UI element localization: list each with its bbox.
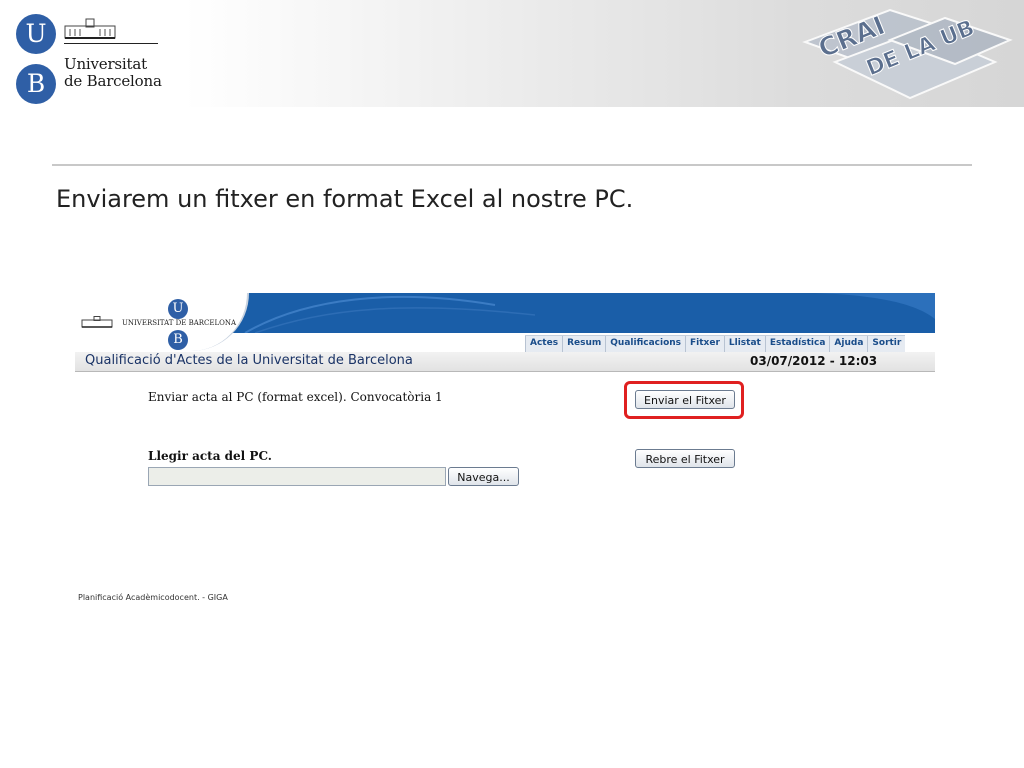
university-logo: U B Universitat de Barcelona (14, 12, 164, 104)
nav-sortir[interactable]: Sortir (867, 336, 905, 352)
building-icon (81, 316, 113, 328)
app-logo-text: UNIVERSITAT DE BARCELONA (122, 319, 237, 327)
browse-button[interactable]: Navega... (448, 467, 519, 486)
file-path-input[interactable] (148, 467, 446, 486)
university-name-line1: Universitat (64, 55, 147, 73)
nav-actes[interactable]: Actes (525, 336, 562, 352)
nav-qualificacions[interactable]: Qualificacions (605, 336, 685, 352)
send-label: Enviar acta al PC (format excel). Convoc… (148, 390, 443, 404)
slide-title: Enviarem un fitxer en format Excel al no… (56, 185, 634, 213)
ub-logo-b: B (16, 64, 56, 104)
read-label: Llegir acta del PC. (148, 449, 272, 463)
logo-divider (64, 43, 158, 44)
nav-llistat[interactable]: Llistat (723, 336, 765, 352)
slide-header: U B Universitat de Barcelona CRAI DE LA … (0, 0, 1024, 107)
receive-file-button[interactable]: Rebre el Fitxer (635, 449, 735, 468)
app-title-bar: Qualificació d'Actes de la Universitat d… (75, 352, 935, 372)
app-footer: Planificació Acadèmicodocent. - GIGA (78, 593, 228, 602)
app-logo-b: B (168, 330, 188, 350)
building-icon (64, 18, 116, 39)
app-logo-u: U (168, 299, 188, 319)
app-logo-panel: UNIVERSITAT DE BARCELONA U B (75, 293, 249, 351)
nav-estadistica[interactable]: Estadística (764, 336, 830, 352)
app-title: Qualificació d'Actes de la Universitat d… (85, 353, 413, 368)
app-nav: Actes Resum Qualificacions Fitxer Llista… (525, 335, 906, 352)
send-file-button[interactable]: Enviar el Fitxer (635, 390, 735, 409)
university-name: Universitat de Barcelona (64, 56, 162, 90)
nav-ajuda[interactable]: Ajuda (829, 336, 867, 352)
app-screenshot: UNIVERSITAT DE BARCELONA U B Actes Resum… (75, 293, 935, 613)
university-name-line2: de Barcelona (64, 72, 162, 90)
app-datetime: 03/07/2012 - 12:03 (750, 354, 878, 368)
slide-divider (52, 164, 972, 166)
nav-fitxer[interactable]: Fitxer (685, 336, 724, 352)
ub-logo-u: U (16, 14, 56, 54)
nav-resum[interactable]: Resum (562, 336, 605, 352)
crai-logo: CRAI DE LA UB (802, 8, 1013, 100)
